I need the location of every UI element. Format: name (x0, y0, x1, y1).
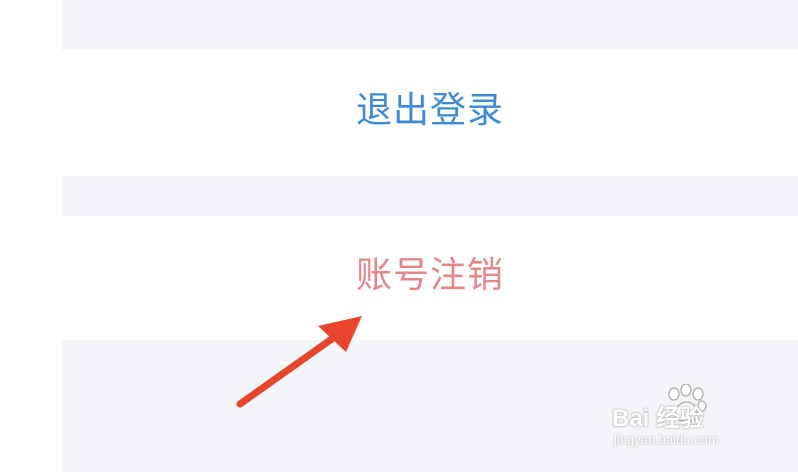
account-deactivation-label: 账号注销 (355, 254, 504, 296)
logout-button[interactable]: 退出登录 (62, 50, 798, 176)
logout-label: 退出登录 (355, 90, 504, 131)
watermark-url: jingyan.baidu.com (614, 432, 719, 447)
settings-page: 退出登录 账号注销 Bai 经验 jingyan.baidu.com (0, 0, 798, 472)
baidu-jingyan-watermark: Bai 经验 jingyan.baidu.com (612, 384, 762, 454)
section-divider-middle (62, 176, 798, 216)
watermark-brand: Bai 经验 (612, 405, 705, 432)
account-deactivation-button[interactable]: 账号注销 (62, 216, 798, 340)
section-divider-top (62, 0, 798, 50)
